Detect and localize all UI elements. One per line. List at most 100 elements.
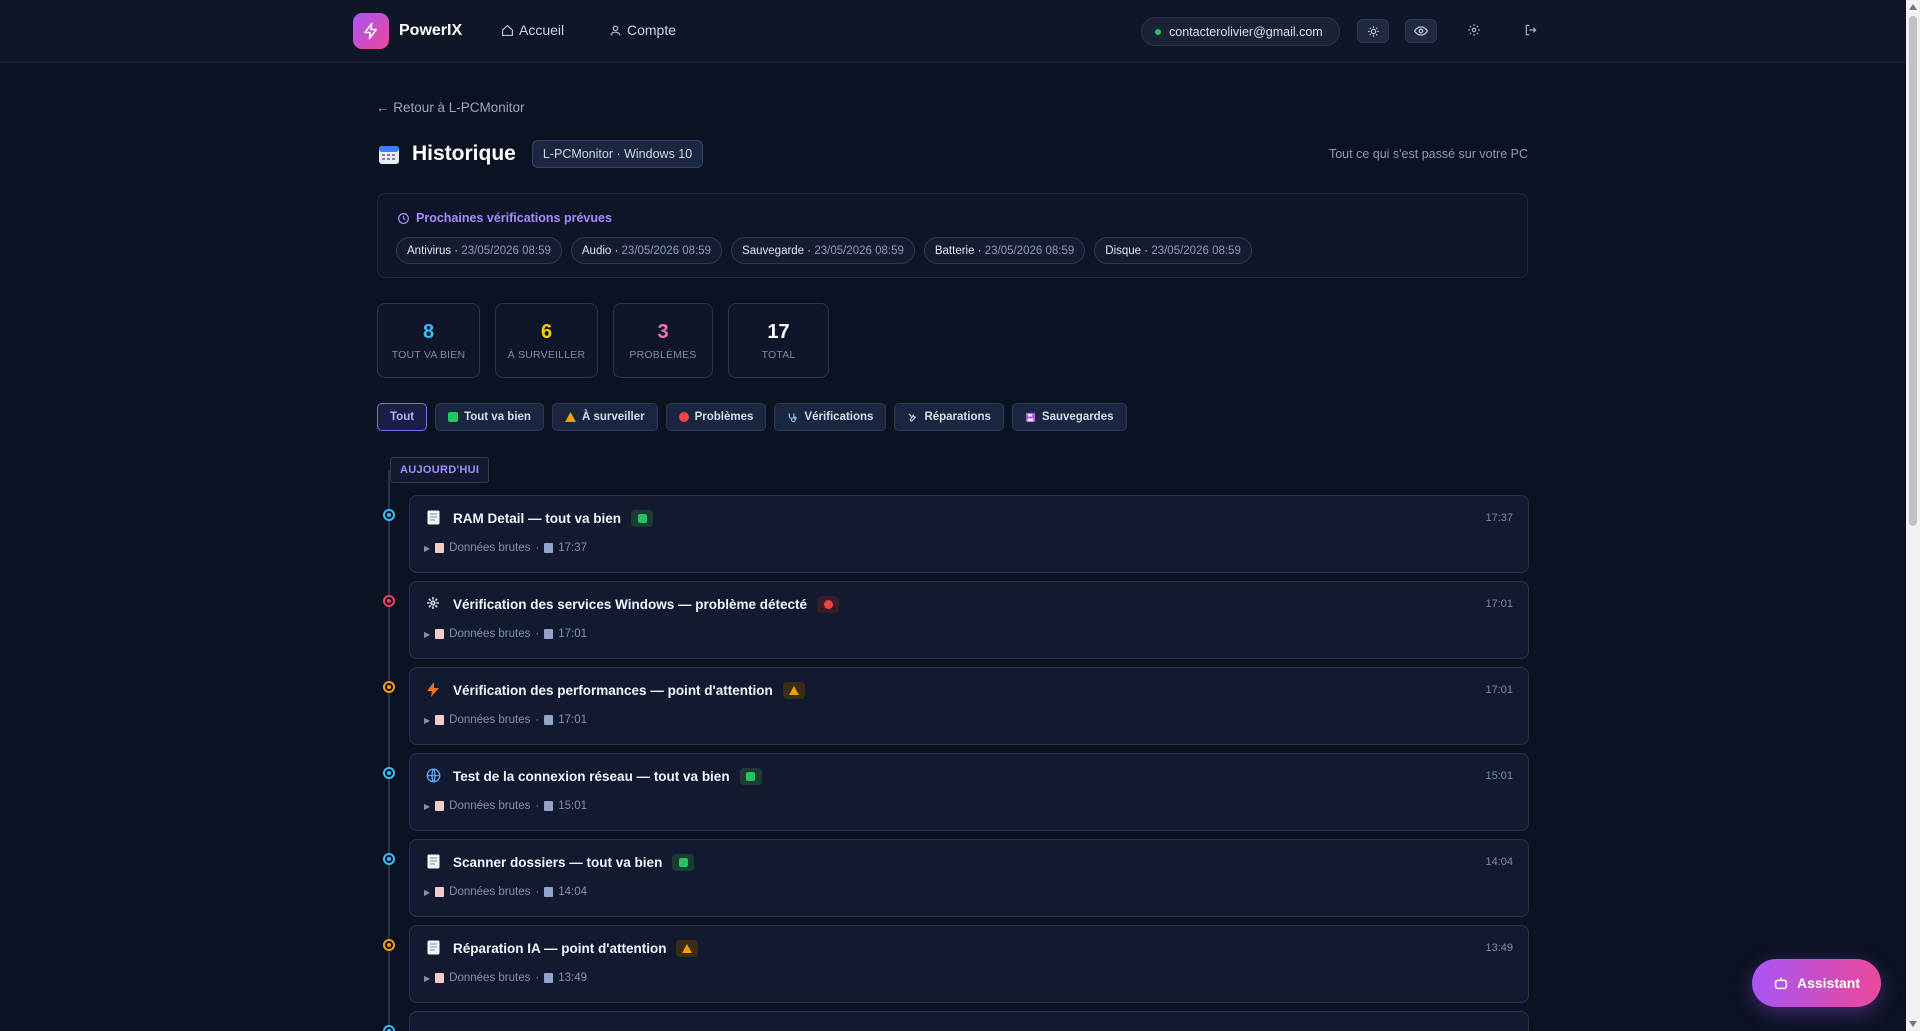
- memo-icon: [425, 939, 441, 955]
- document-icon: [435, 887, 445, 897]
- raw-data-time: 14:04: [558, 886, 587, 898]
- chip-name: Antivirus: [407, 244, 452, 257]
- raw-data-toggle[interactable]: ▶ Données brutes · 17:01: [424, 628, 587, 640]
- ok-status-icon: [739, 768, 762, 785]
- event-title-row: Réparation IA — point d'attention: [453, 940, 699, 957]
- scrollbar-thumb[interactable]: [1909, 16, 1917, 526]
- event-time: 17:01: [1485, 598, 1513, 610]
- filter-ok[interactable]: Tout va bien: [435, 403, 544, 431]
- visibility-toggle-button[interactable]: [1405, 19, 1437, 43]
- chip-name: Sauvegarde: [742, 244, 805, 257]
- raw-data-label: Données brutes: [449, 542, 531, 554]
- day-label: AUJOURD'HUI: [390, 457, 490, 483]
- event-card[interactable]: Réparation IA — point d'attention 13:49 …: [409, 925, 1529, 1003]
- filter-label: Tout va bien: [464, 411, 531, 423]
- filter-label: Sauvegardes: [1041, 411, 1114, 423]
- event-title: RAM Detail — tout va bien: [453, 511, 622, 526]
- top-navbar: PowerIX Accueil Compte contacterolivier@…: [0, 0, 1906, 63]
- raw-data-toggle[interactable]: ▶ Données brutes · 17:01: [424, 714, 587, 726]
- planned-chip[interactable]: Disque · 23/05/2026 08:59: [1094, 237, 1252, 264]
- caret-right-icon: ▶: [424, 973, 431, 983]
- stat-total: 17 TOTAL: [728, 303, 829, 378]
- filter-all[interactable]: Tout: [377, 403, 428, 431]
- calendar-icon: [379, 146, 399, 164]
- ok-status-icon: [672, 854, 695, 871]
- stat-problems: 3 PROBLÈMES: [613, 303, 713, 378]
- event-title-row: RAM Detail — tout va bien: [453, 510, 654, 527]
- chip-date: 23/05/2026 08:59: [1151, 244, 1241, 257]
- filter-backups[interactable]: Sauvegardes: [1011, 403, 1127, 431]
- clock-icon: [398, 212, 409, 224]
- page-scrollbar[interactable]: [1906, 0, 1920, 1031]
- timeline-dot-ok: [383, 509, 395, 521]
- lightning-icon: [425, 681, 441, 697]
- brand[interactable]: PowerIX: [353, 13, 462, 49]
- raw-data-toggle[interactable]: ▶ Données brutes · 17:37: [424, 542, 587, 554]
- raw-data-time: 13:49: [558, 972, 587, 984]
- raw-data-label: Données brutes: [449, 886, 531, 898]
- planned-chip[interactable]: Audio · 23/05/2026 08:59: [570, 237, 723, 264]
- warning-status-icon: [782, 682, 805, 699]
- filter-bar: Tout Tout va bien À surveiller Problèmes…: [377, 403, 1127, 431]
- bar-chart-icon: [544, 715, 554, 725]
- back-link[interactable]: ← Retour à L-PCMonitor: [376, 100, 525, 115]
- event-card-partial[interactable]: [409, 1011, 1529, 1031]
- scroll-down-arrow-icon[interactable]: [1909, 1021, 1917, 1027]
- document-icon: [435, 629, 445, 639]
- nav-home-link[interactable]: Accueil: [501, 22, 564, 38]
- online-status-dot: [1155, 28, 1161, 35]
- planned-chip[interactable]: Sauvegarde · 23/05/2026 08:59: [731, 237, 915, 264]
- nav-account-label: Compte: [627, 22, 677, 38]
- raw-data-toggle[interactable]: ▶ Données brutes · 13:49: [424, 972, 587, 984]
- event-time: 14:04: [1485, 856, 1513, 868]
- planned-chip[interactable]: Batterie · 23/05/2026 08:59: [923, 237, 1086, 264]
- planned-checks-panel: Prochaines vérifications prévues Antivir…: [377, 193, 1528, 278]
- event-card[interactable]: RAM Detail — tout va bien 17:37 ▶ Donnée…: [409, 495, 1529, 573]
- event-card[interactable]: Vérification des services Windows — prob…: [409, 581, 1529, 659]
- event-title: Réparation IA — point d'attention: [453, 941, 667, 956]
- memo-icon: [425, 853, 441, 869]
- gear-icon: [425, 595, 441, 611]
- bar-chart-icon: [544, 629, 554, 639]
- warning-icon: [564, 412, 576, 422]
- planned-chip[interactable]: Antivirus · 23/05/2026 08:59: [396, 237, 562, 264]
- logout-button[interactable]: [1522, 21, 1540, 39]
- stat-label: TOUT VA BIEN: [391, 348, 466, 361]
- nav-account-link[interactable]: Compte: [609, 22, 676, 38]
- stat-ok: 8 TOUT VA BIEN: [377, 303, 480, 378]
- filter-label: À surveiller: [581, 411, 645, 423]
- assistant-button[interactable]: Assistant: [1752, 959, 1881, 1007]
- stats-row: 8 TOUT VA BIEN 6 À SURVEILLER 3 PROBLÈME…: [377, 303, 829, 378]
- warning-status-icon: [676, 940, 699, 957]
- chip-name: Disque: [1105, 244, 1142, 257]
- raw-data-toggle[interactable]: ▶ Données brutes · 14:04: [424, 886, 587, 898]
- check-icon: [448, 412, 459, 422]
- scroll-up-arrow-icon[interactable]: [1909, 4, 1917, 10]
- settings-button[interactable]: [1465, 21, 1483, 39]
- home-icon: [502, 24, 513, 36]
- event-time: 15:01: [1485, 770, 1513, 782]
- gear-icon: [1468, 24, 1480, 36]
- event-card[interactable]: Test de la connexion réseau — tout va bi…: [409, 753, 1529, 831]
- filter-checks[interactable]: Vérifications: [774, 403, 887, 431]
- filter-repairs[interactable]: Réparations: [894, 403, 1004, 431]
- filter-problems[interactable]: Problèmes: [665, 403, 767, 431]
- page-subtitle: Tout ce qui s'est passé sur votre PC: [1328, 147, 1528, 161]
- account-email-pill[interactable]: contacterolivier@gmail.com: [1141, 17, 1340, 46]
- stat-warn: 6 À SURVEILLER: [495, 303, 598, 378]
- filter-warn[interactable]: À surveiller: [551, 403, 658, 431]
- event-card[interactable]: Vérification des performances — point d'…: [409, 667, 1529, 745]
- chip-date: 23/05/2026 08:59: [814, 244, 904, 257]
- theme-toggle-button[interactable]: [1357, 19, 1389, 43]
- chip-date: 23/05/2026 08:59: [621, 244, 712, 257]
- caret-right-icon: ▶: [424, 801, 431, 811]
- device-badge: L-PCMonitor · Windows 10: [531, 140, 704, 168]
- raw-data-toggle[interactable]: ▶ Données brutes · 15:01: [424, 800, 587, 812]
- event-time: 13:49: [1485, 942, 1513, 954]
- raw-data-time: 15:01: [558, 800, 587, 812]
- caret-right-icon: ▶: [424, 629, 431, 639]
- filter-label: Tout: [390, 411, 415, 423]
- event-title: Scanner dossiers — tout va bien: [453, 855, 663, 870]
- event-card[interactable]: Scanner dossiers — tout va bien 14:04 ▶ …: [409, 839, 1529, 917]
- bar-chart-icon: [544, 973, 554, 983]
